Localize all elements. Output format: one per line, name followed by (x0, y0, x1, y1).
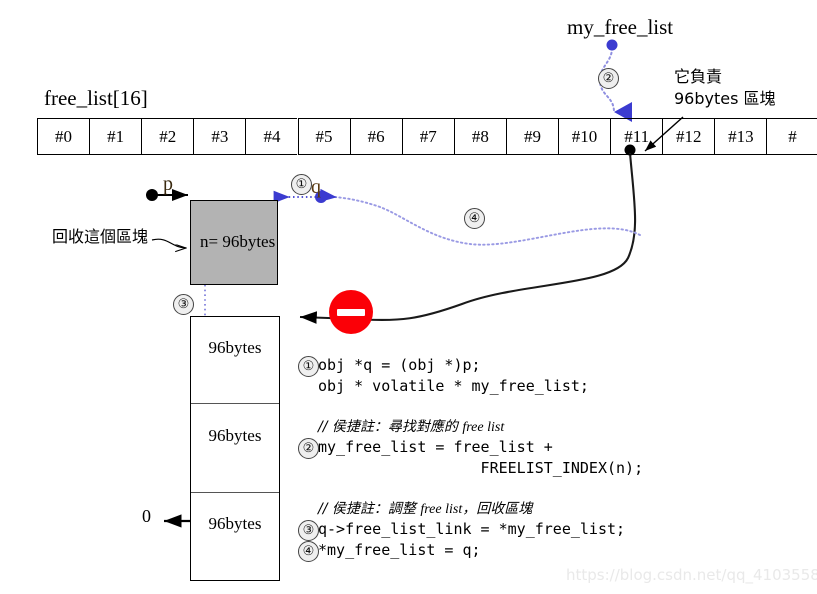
code-line-7: // 侯捷註：調整 free list，回收區塊 (318, 499, 643, 520)
responsible-note: 它負責 96bytes 區塊 (674, 66, 776, 109)
chain-cell-label-1: 96bytes (208, 425, 262, 445)
recycle-note: 回收這個區塊 (52, 227, 149, 246)
free-list-cell-0: #0 (37, 118, 90, 155)
code-text: // 侯捷註：調整 free list，回收區塊 (318, 500, 533, 517)
watermark: https://blog.csdn.net/qq_41035588 (566, 566, 817, 584)
diagram-canvas: free_list[16] #0 #1 #2 #3 #4 #5 #6 #7 #8 #9 #10 #11… (0, 0, 817, 594)
arrow-recycle-note (151, 238, 186, 248)
code-step-marker: ② (298, 438, 319, 459)
free-list-cell-: # (766, 118, 817, 155)
free-list-cell-7: #7 (401, 118, 454, 155)
code-line-8: ③ q->free_list_link = *my_free_list; (298, 519, 643, 541)
code-line-0: ① obj *q = (obj *)p; (298, 355, 643, 377)
step-marker-four: ④ (464, 208, 485, 229)
code-step-marker: ③ (298, 520, 319, 541)
chain-cell-separator (191, 492, 279, 493)
free-list-cell-2: #2 (141, 118, 194, 155)
code-text: *my_free_list = q; (318, 540, 481, 559)
code-line-5: FREELIST_INDEX(n); (318, 458, 644, 479)
free-list-cell-8: #8 (453, 118, 506, 155)
code-text: obj *q = (obj *)p; (318, 356, 481, 374)
free-list-cell-13: #13 (714, 118, 767, 155)
code-text: obj * volatile * my_free_list; (318, 376, 589, 395)
code-step-marker: ① (298, 356, 319, 377)
free-list-chain: 96bytes 96bytes 96bytes (190, 316, 280, 581)
no-entry-icon (329, 290, 373, 334)
free-list-cell-9: #9 (505, 118, 558, 155)
responsible-note-line1: 它負責 (674, 67, 723, 86)
block-size-label: n= 96bytes (200, 232, 276, 251)
chain-cell-separator (191, 403, 279, 404)
pointer-p-label: p (163, 173, 173, 195)
code-line-3: // 侯捷註：尋找對應的 free list (318, 417, 643, 438)
free-list-cell-4: #4 (245, 118, 298, 155)
code-text: my_free_list = free_list + (318, 438, 553, 456)
my-free-list-label: my_free_list (567, 15, 674, 39)
pointer-q-label: q (311, 176, 321, 198)
free-list-cell-1: #1 (89, 118, 142, 155)
chain-cell-label-2: 96bytes (208, 514, 262, 533)
code-line-4: ② my_free_list = free_list + (298, 437, 643, 459)
code-line-9: ④ *my_free_list = q; (298, 540, 643, 562)
free-list-cell-12: #12 (662, 118, 715, 155)
free-list-cell-5: #5 (297, 118, 350, 155)
code-step-marker: ④ (298, 540, 319, 562)
free-list-cell-3: #3 (193, 118, 246, 155)
chain-cell-label-0: 96bytes (208, 338, 262, 357)
code-listing: ① obj *q = (obj *)p; obj * volatile * my_f… (298, 355, 644, 562)
free-list-cell-10: #10 (558, 118, 611, 155)
free-list-cell-6: #6 (349, 118, 402, 155)
arrow-step-four (319, 188, 641, 246)
step-marker-one: ① (291, 174, 312, 195)
step-marker-three: ③ (173, 294, 194, 315)
code-text: FREELIST_INDEX(n); (318, 458, 644, 477)
free-list-cell-11: #11 (610, 118, 663, 155)
null-terminator-label: 0 (142, 506, 151, 526)
code-text: q->free_list_link = *my_free_list; (318, 520, 626, 538)
responsible-note-line2: 96bytes 區塊 (674, 88, 776, 108)
step-marker-two: ② (598, 68, 619, 89)
code-line-1: obj * volatile * my_free_list; (318, 376, 643, 397)
free-list-array: #0 #1 #2 #3 #4 #5 #6 #7 #8 #9 #10 #11 #12 #13 # (37, 118, 817, 155)
code-text: // 侯捷註：尋找對應的 free list (318, 418, 505, 435)
array-title: free_list[16] (44, 86, 148, 110)
